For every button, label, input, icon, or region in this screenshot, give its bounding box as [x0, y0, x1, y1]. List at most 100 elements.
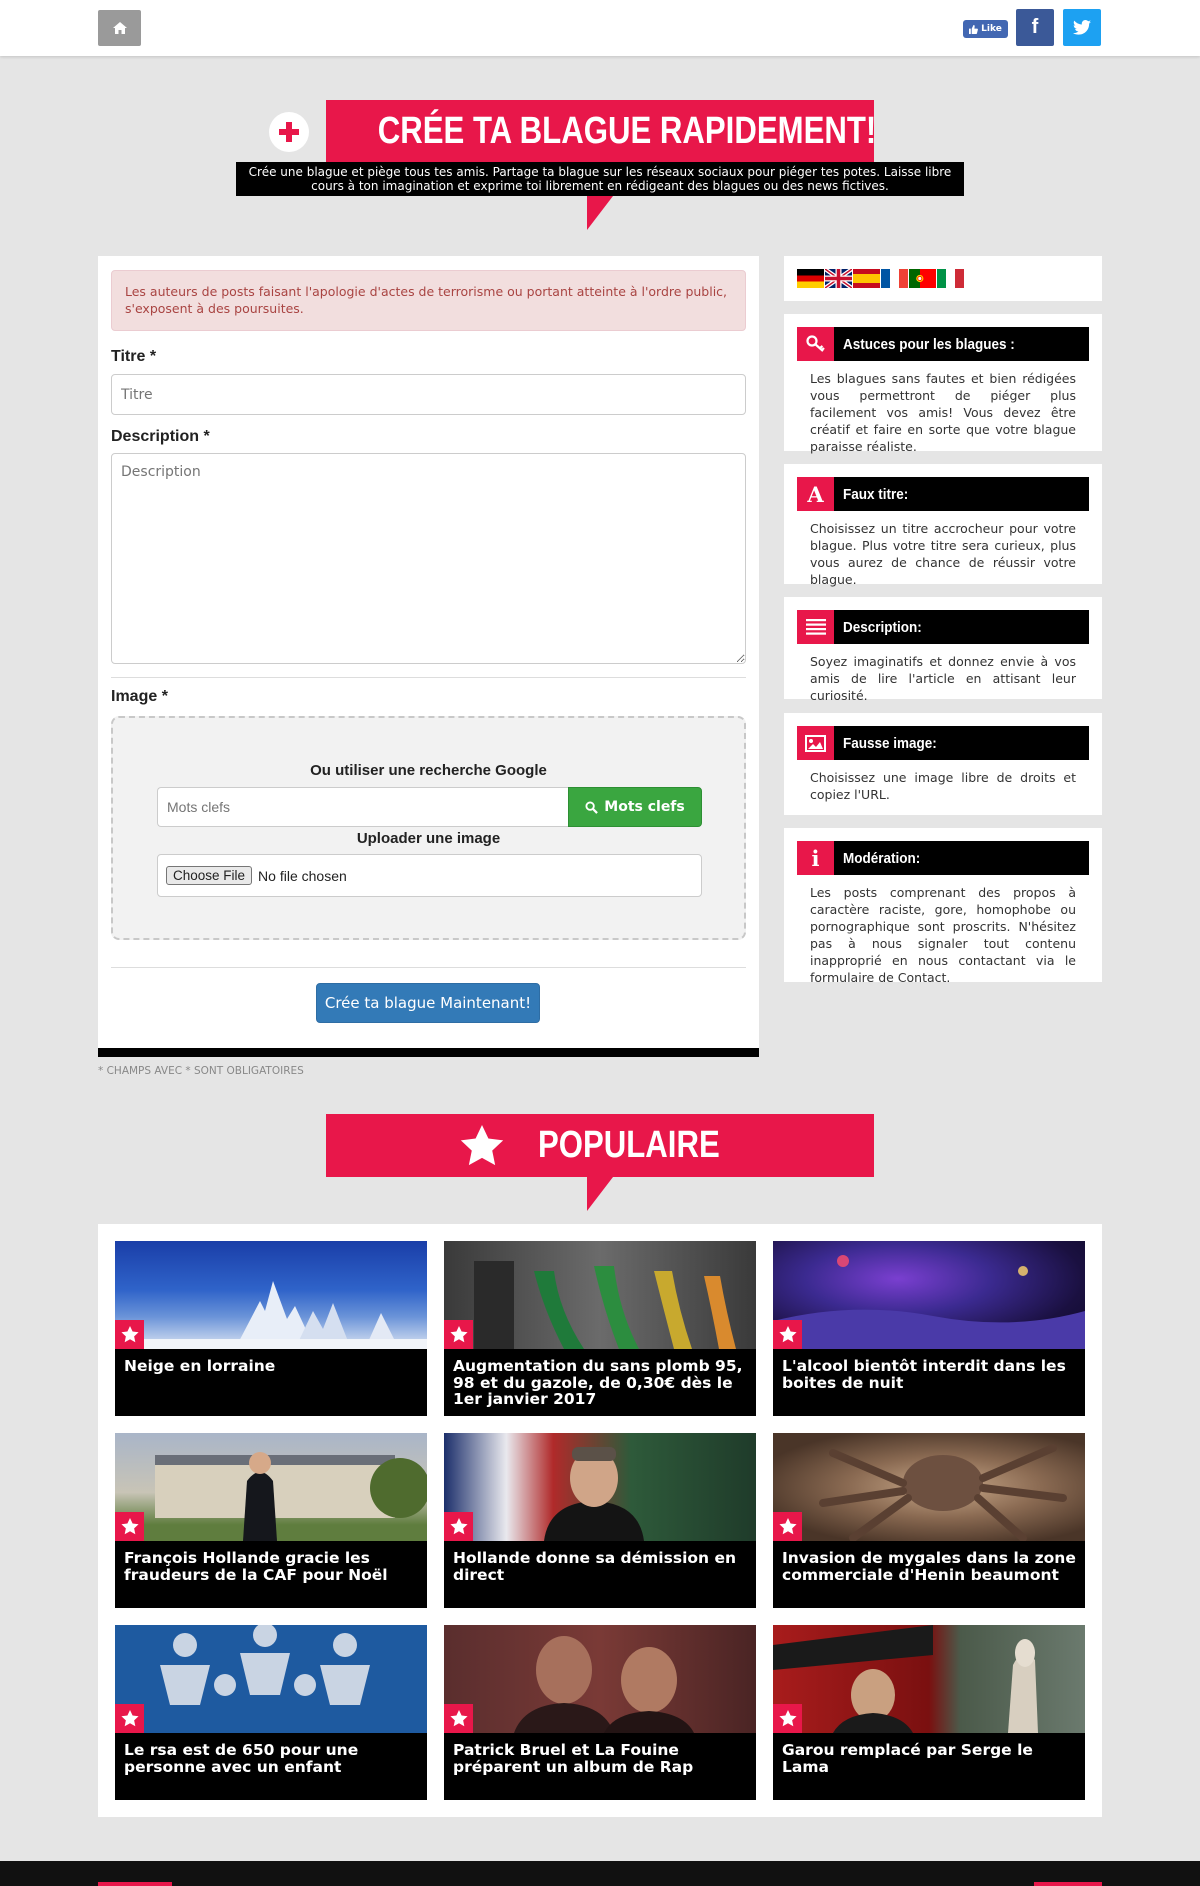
- tip-card: Fausse image: Choisissez une image libre…: [784, 713, 1102, 815]
- star-icon: [773, 1320, 802, 1349]
- footer-accent: [98, 1882, 172, 1886]
- hero-subtitle: Crée une blague et piège tous tes amis. …: [236, 162, 964, 196]
- card-title: Patrick Bruel et La Fouine préparent un …: [453, 1741, 694, 1776]
- card-image: [773, 1625, 1085, 1733]
- keywords-search-button[interactable]: Mots clefs: [568, 787, 702, 827]
- star-icon: [444, 1320, 473, 1349]
- divider: [111, 967, 746, 968]
- card-title: L'alcool bientôt interdit dans les boite…: [782, 1357, 1066, 1392]
- search-icon: [585, 800, 599, 814]
- popular-card[interactable]: L'alcool bientôt interdit dans les boite…: [773, 1241, 1085, 1416]
- tip-header: Fausse image:: [797, 726, 1089, 760]
- like-label: Like: [981, 24, 1002, 34]
- card-title: Le rsa est de 650 pour une personne avec…: [124, 1741, 359, 1776]
- flag-gb[interactable]: [825, 269, 852, 288]
- home-button[interactable]: [98, 10, 141, 46]
- keywords-input[interactable]: [157, 787, 568, 827]
- card-title: Augmentation du sans plomb 95, 98 et du …: [453, 1357, 743, 1408]
- flag-fr[interactable]: [881, 269, 908, 288]
- tip-text: Choisissez une image libre de droits et …: [810, 770, 1076, 802]
- card-title: Neige en lorraine: [124, 1357, 276, 1375]
- submit-button[interactable]: Crée ta blague Maintenant!: [316, 983, 540, 1023]
- joke-form: Les auteurs de posts faisant l'apologie …: [98, 256, 759, 1057]
- image-label: Image *: [111, 688, 168, 705]
- flag-pt[interactable]: [909, 269, 936, 288]
- popular-card[interactable]: Neige en lorraine: [115, 1241, 427, 1416]
- popular-card[interactable]: Invasion de mygales dans la zone commerc…: [773, 1433, 1085, 1608]
- title-input[interactable]: [111, 374, 746, 415]
- thumbs-up-icon: [969, 24, 979, 34]
- popular-title: POPULAIRE: [538, 1124, 720, 1166]
- tip-card: Description: Soyez imaginatifs et donnez…: [784, 597, 1102, 703]
- home-icon: [112, 22, 127, 34]
- popular-card[interactable]: Le rsa est de 650 pour une personne avec…: [115, 1625, 427, 1800]
- file-input[interactable]: Choose File No file chosen: [157, 854, 702, 897]
- tip-title: Modération:: [843, 849, 921, 867]
- tip-text: Soyez imaginatifs et donnez envie à vos …: [810, 654, 1076, 703]
- card-title: Hollande donne sa démission en direct: [453, 1549, 737, 1584]
- tip-title: Faux titre:: [843, 485, 909, 503]
- flag-it[interactable]: [937, 269, 964, 288]
- facebook-share-button[interactable]: f: [1016, 9, 1054, 46]
- tip-card: Astuces pour les blagues : Les blagues s…: [784, 314, 1102, 454]
- tip-header: i Modération:: [797, 841, 1089, 875]
- file-status: No file chosen: [258, 867, 347, 884]
- star-icon: [773, 1704, 802, 1733]
- tip-text: Les posts comprenant des propos à caract…: [810, 885, 1076, 985]
- image-dropzone[interactable]: Ou utiliser une recherche Google Mots cl…: [111, 716, 746, 940]
- popular-card[interactable]: Patrick Bruel et La Fouine préparent un …: [444, 1625, 756, 1800]
- twitter-icon: [1073, 20, 1091, 35]
- plus-circle-icon: [269, 111, 309, 152]
- facebook-icon: f: [1031, 16, 1039, 38]
- language-flags: [784, 256, 1102, 301]
- card-image: [115, 1625, 427, 1733]
- google-search-label: Ou utiliser une recherche Google: [310, 762, 547, 779]
- upload-label: Uploader une image: [356, 830, 501, 847]
- star-icon: [115, 1512, 144, 1541]
- description-textarea[interactable]: [111, 453, 746, 664]
- choose-file-button[interactable]: Choose File: [166, 866, 253, 885]
- flag-es[interactable]: [853, 269, 880, 288]
- tip-header: Astuces pour les blagues :: [797, 327, 1089, 361]
- card-image: [444, 1241, 756, 1349]
- hero-title: CRÉE TA BLAGUE RAPIDEMENT!: [377, 110, 877, 152]
- description-label: Description *: [111, 428, 210, 445]
- top-navbar: Like f: [0, 0, 1200, 56]
- hero-banner: CRÉE TA BLAGUE RAPIDEMENT!: [269, 100, 877, 163]
- tip-text: Choisissez un titre accrocheur pour votr…: [810, 521, 1076, 587]
- font-icon: A: [797, 477, 834, 511]
- footer-accent: [1034, 1882, 1102, 1886]
- align-justify-icon: [797, 610, 834, 644]
- tip-text: Les blagues sans fautes et bien rédigées…: [810, 371, 1076, 454]
- star-icon: [460, 1124, 504, 1165]
- required-fields-note: * Champs avec * sont obligatoires: [98, 1065, 304, 1077]
- star-icon: [444, 1704, 473, 1733]
- info-icon: i: [797, 841, 834, 875]
- popular-card[interactable]: François Hollande gracie les fraudeurs d…: [115, 1433, 427, 1608]
- title-label: Titre *: [111, 348, 157, 365]
- keywords-button-label: Mots clefs: [604, 799, 685, 815]
- star-icon: [773, 1512, 802, 1541]
- star-icon: [444, 1512, 473, 1541]
- picture-icon: [797, 726, 834, 760]
- tip-card: i Modération: Les posts comprenant des p…: [784, 828, 1102, 985]
- tip-header: Description:: [797, 610, 1089, 644]
- twitter-share-button[interactable]: [1063, 9, 1101, 46]
- popular-card[interactable]: Augmentation du sans plomb 95, 98 et du …: [444, 1241, 756, 1416]
- card-image: [773, 1433, 1085, 1542]
- key-icon: [797, 327, 834, 361]
- card-image: [115, 1241, 427, 1349]
- tip-title: Fausse image:: [843, 734, 937, 752]
- facebook-like-button[interactable]: Like: [963, 20, 1008, 38]
- popular-banner: POPULAIRE: [326, 1114, 874, 1177]
- divider: [111, 677, 746, 678]
- tip-header: A Faux titre:: [797, 477, 1089, 511]
- tip-title: Description:: [843, 618, 922, 636]
- card-image: [773, 1241, 1085, 1349]
- flag-de[interactable]: [797, 269, 824, 288]
- popular-card[interactable]: Hollande donne sa démission en direct: [444, 1433, 756, 1608]
- popular-card[interactable]: Garou remplacé par Serge le Lama: [773, 1625, 1085, 1800]
- tip-title: Astuces pour les blagues :: [843, 335, 1015, 353]
- popular-grid: Neige en lorraine Augmentation du sans p…: [98, 1224, 1102, 1817]
- tip-card: A Faux titre: Choisissez un titre accroc…: [784, 464, 1102, 587]
